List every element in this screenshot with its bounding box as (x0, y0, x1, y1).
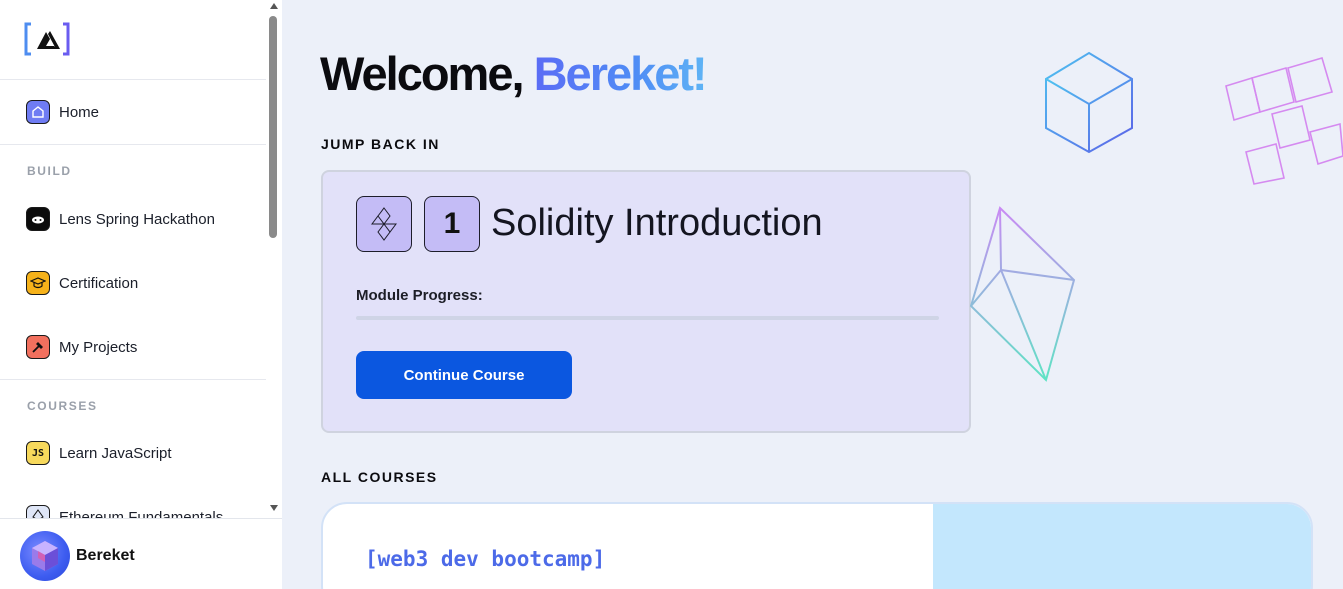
user-profile-bar[interactable]: Bereket (0, 518, 282, 589)
sidebar-item-ethereum-fundamentals[interactable]: Ethereum Fundamentals (26, 504, 223, 518)
sidebar-scroll-area: Home BUILD Lens Spring Hackathon Certifi… (0, 0, 266, 518)
certification-icon (26, 271, 50, 295)
sidebar-item-label: Ethereum Fundamentals (59, 508, 224, 519)
ethereum-icon (26, 505, 50, 518)
section-label-build: BUILD (27, 164, 72, 178)
continue-course-button[interactable]: Continue Course (356, 351, 572, 399)
sidebar-item-label: Home (59, 103, 100, 121)
user-name: Bereket (76, 547, 135, 564)
module-progress-bar (356, 316, 939, 320)
welcome-prefix: Welcome, (320, 47, 534, 100)
sidebar-item-my-projects[interactable]: My Projects (26, 334, 137, 360)
scroll-up-arrow-icon[interactable] (270, 3, 278, 9)
sidebar-divider (0, 379, 266, 380)
section-label-courses: COURSES (27, 399, 98, 413)
grid-decoration-icon (1225, 57, 1343, 185)
sidebar-item-lens-spring-hackathon[interactable]: Lens Spring Hackathon (26, 206, 215, 232)
scroll-thumb[interactable] (269, 16, 277, 238)
sidebar-item-label: Lens Spring Hackathon (59, 210, 215, 228)
sidebar-item-label: Certification (59, 274, 139, 292)
module-number: 1 (443, 207, 461, 240)
projects-icon (26, 335, 50, 359)
all-courses-heading: ALL COURSES (321, 469, 438, 485)
sidebar-item-learn-javascript[interactable]: JS Learn JavaScript (26, 440, 172, 466)
page-title: Welcome, Bereket! (320, 46, 708, 101)
course-card[interactable]: [web3 dev bootcamp] (321, 502, 1313, 589)
avatar[interactable] (20, 531, 70, 581)
sidebar-divider (0, 144, 266, 145)
home-icon (26, 100, 50, 124)
progress-label: Module Progress: (356, 287, 483, 304)
course-card-banner (933, 504, 1311, 589)
sidebar-item-home[interactable]: Home (26, 99, 99, 125)
jump-back-heading: JUMP BACK IN (321, 136, 440, 152)
course-card-title: [web3 dev bootcamp] (365, 547, 606, 571)
sidebar-item-label: Learn JavaScript (59, 444, 172, 462)
sidebar: Home BUILD Lens Spring Hackathon Certifi… (0, 0, 282, 589)
welcome-user-name: Bereket! (533, 47, 708, 100)
cube-decoration-icon (1045, 51, 1133, 154)
sidebar-divider (0, 79, 266, 80)
sidebar-scrollbar[interactable] (266, 0, 282, 518)
javascript-icon: JS (26, 441, 50, 465)
module-number-badge: 1 (424, 196, 480, 252)
hackathon-icon (26, 207, 50, 231)
crystal-decoration-icon (969, 206, 1076, 382)
app-logo[interactable] (24, 22, 72, 56)
solidity-icon (356, 196, 412, 252)
scroll-down-arrow-icon[interactable] (270, 505, 278, 511)
sidebar-item-label: My Projects (59, 338, 138, 356)
jump-back-card: 1 Solidity Introduction Module Progress:… (321, 170, 971, 433)
sidebar-item-certification[interactable]: Certification (26, 270, 138, 296)
course-title: Solidity Introduction (491, 202, 823, 244)
